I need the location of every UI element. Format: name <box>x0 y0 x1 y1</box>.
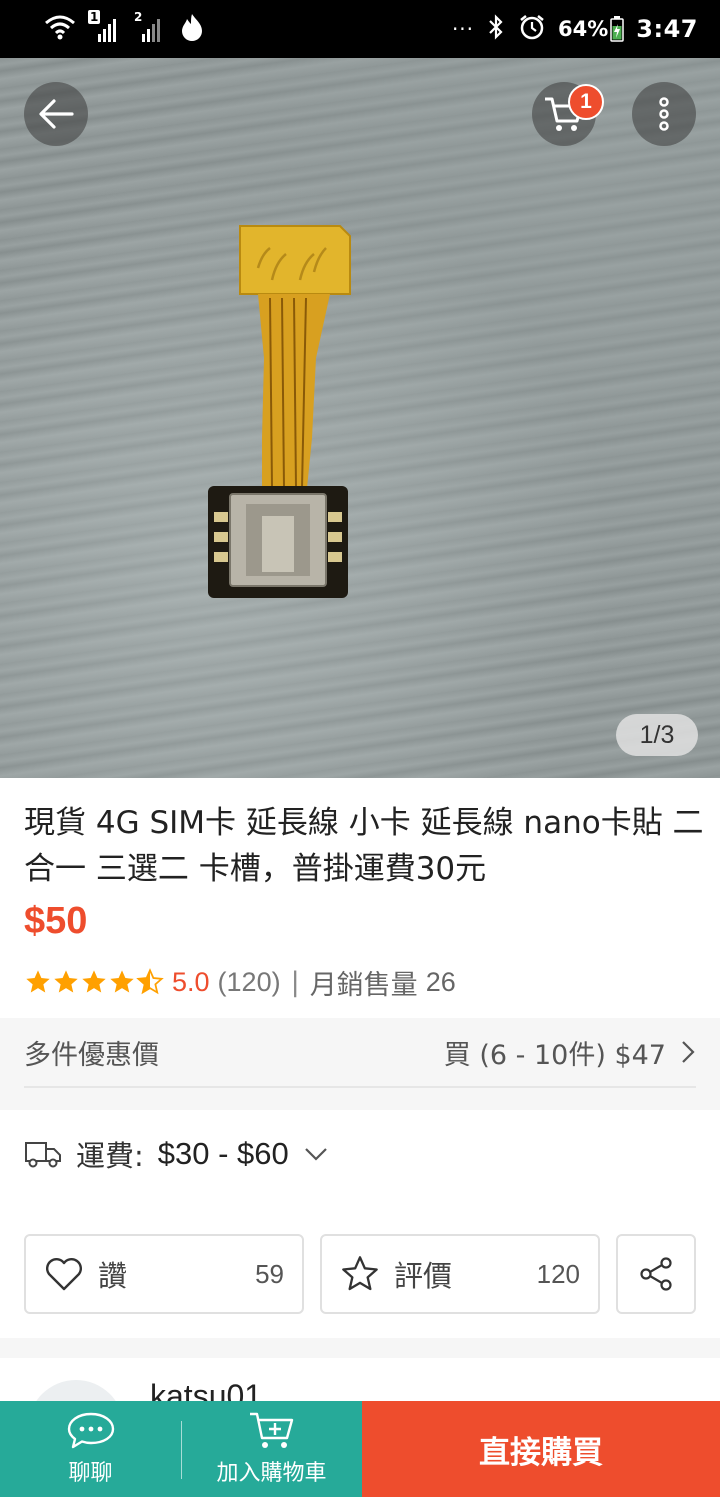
monthly-sales-count: 26 <box>425 966 456 997</box>
delivery-truck-icon <box>25 1142 61 1168</box>
bottom-bar-divider <box>181 1421 182 1479</box>
shipping-row[interactable]: 運費: $30 - $60 <box>24 1128 329 1180</box>
status-left: 1 2 <box>44 10 206 46</box>
more-vertical-icon <box>659 97 669 131</box>
battery-icon <box>610 16 625 42</box>
more-options-button[interactable] <box>632 82 696 146</box>
bulk-discount-value-group: 買 (6 - 10件) $47 <box>444 1033 696 1072</box>
chevron-right-icon <box>682 1041 695 1063</box>
rating-row[interactable]: 5.0 (120) | 月銷售量 26 <box>24 962 456 1002</box>
bottom-action-bar: 聊聊 加入購物車 直接購買 <box>0 1401 720 1497</box>
star-icon <box>110 970 134 993</box>
cart-count-badge: 1 <box>568 84 604 120</box>
add-to-cart-button[interactable]: 加入購物車 <box>181 1401 362 1497</box>
star-icon <box>26 970 50 993</box>
product-photo <box>208 225 351 598</box>
rating-count-button: 120 <box>536 1258 580 1289</box>
chat-bubble-icon <box>67 1412 114 1449</box>
clock: 3:47 <box>636 15 698 43</box>
battery-indicator: 64% <box>558 16 625 42</box>
cart-plus-icon <box>249 1412 293 1448</box>
like-count: 59 <box>255 1258 284 1289</box>
like-button[interactable]: 讚 59 <box>24 1234 304 1314</box>
status-right: ··· 64% 3:47 <box>452 10 698 48</box>
bluetooth-icon <box>486 13 506 45</box>
rating-stars <box>24 968 164 996</box>
section-divider <box>0 1090 720 1110</box>
product-title: 現貨 4G SIM卡 延長線 小卡 延長線 nano卡貼 二合一 三選二 卡槽，… <box>24 805 704 887</box>
chat-label: 聊聊 <box>68 1461 113 1486</box>
image-counter: 1/3 <box>616 714 698 756</box>
flame-icon <box>178 12 206 46</box>
back-button[interactable] <box>24 82 88 146</box>
separator: | <box>290 966 300 998</box>
rating-button[interactable]: 評價 120 <box>320 1234 600 1314</box>
sim1-signal-icon: 1 <box>88 10 120 44</box>
monthly-sales-label: 月銷售量 <box>309 969 418 1001</box>
bulk-discount-row[interactable]: 多件優惠價 買 (6 - 10件) $47 <box>24 1018 696 1088</box>
star-outline-icon <box>340 1254 380 1294</box>
status-bar: 1 2 ··· 64% 3:47 <box>0 0 720 58</box>
star-icon <box>54 970 78 993</box>
more-notifications-icon: ··· <box>451 17 475 41</box>
wifi-icon <box>44 13 76 45</box>
rating-value: 5.0 <box>172 966 210 997</box>
add-to-cart-label: 加入購物車 <box>216 1461 327 1486</box>
share-icon <box>640 1257 672 1291</box>
shipping-label: 運費: <box>76 1139 144 1173</box>
chevron-down-icon <box>305 1148 327 1161</box>
product-image-carousel[interactable]: 1 1/3 <box>0 58 720 778</box>
product-price: $50 <box>24 900 88 942</box>
rating-label: 評價 <box>394 1259 453 1293</box>
star-icon <box>82 970 106 993</box>
sim2-signal-icon: 2 <box>134 10 164 44</box>
arrow-left-icon <box>39 99 74 129</box>
bulk-discount-label: 多件優惠價 <box>24 1039 159 1071</box>
star-half-icon <box>136 968 164 995</box>
section-divider <box>0 1338 720 1358</box>
chat-button[interactable]: 聊聊 <box>0 1401 181 1497</box>
battery-percent: 64% <box>558 17 609 41</box>
shipping-value: $30 - $60 <box>157 1136 289 1171</box>
share-button[interactable] <box>616 1234 696 1314</box>
like-label: 讚 <box>98 1259 128 1293</box>
alarm-icon <box>518 13 546 45</box>
bulk-discount-value: 買 (6 - 10件) $47 <box>443 1039 666 1071</box>
bulk-discount-section[interactable]: 多件優惠價 買 (6 - 10件) $47 <box>0 1018 720 1090</box>
buy-now-button[interactable]: 直接購買 <box>362 1401 720 1497</box>
rating-count: (120) <box>217 966 281 997</box>
heart-icon <box>44 1254 84 1294</box>
